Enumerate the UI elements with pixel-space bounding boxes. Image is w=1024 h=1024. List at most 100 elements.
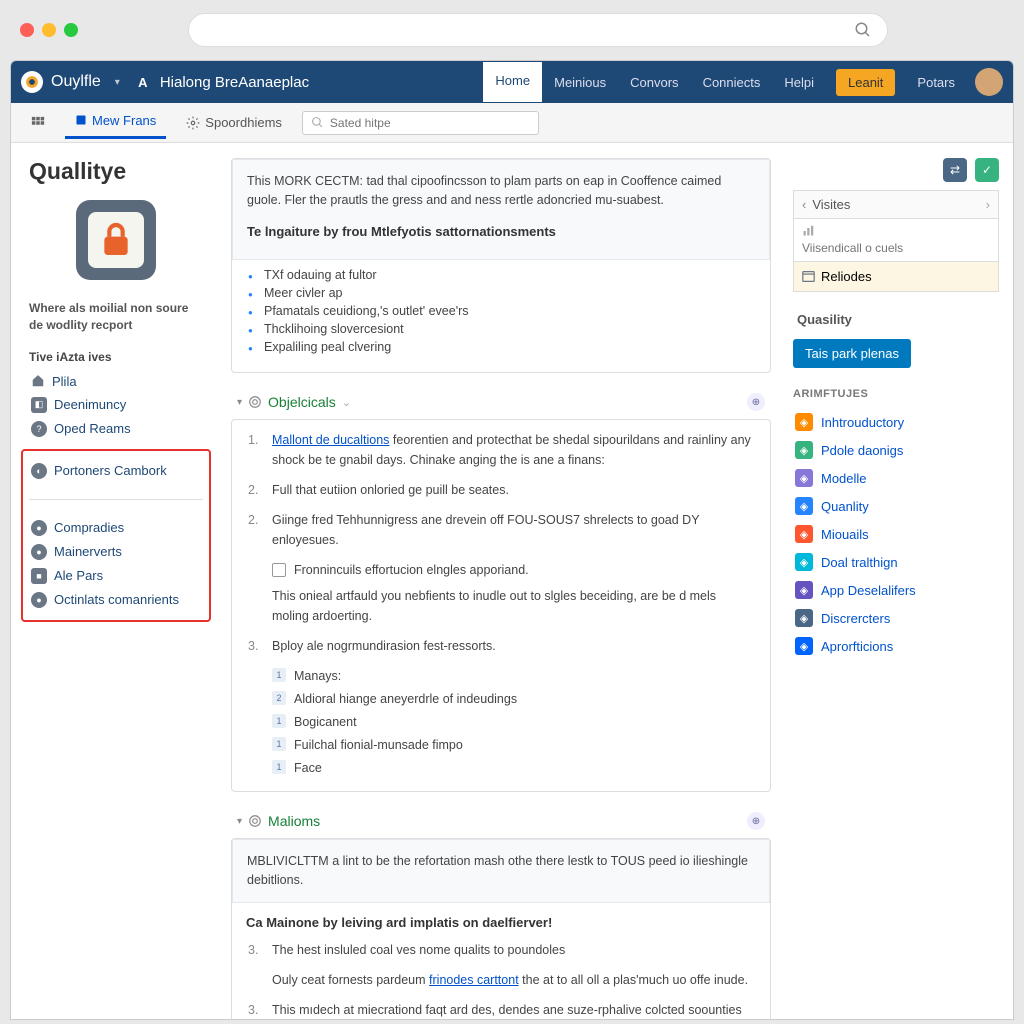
- nav-home[interactable]: Home: [483, 62, 542, 102]
- checkbox[interactable]: [272, 563, 286, 577]
- new-frans-label: Mew Frans: [92, 113, 156, 128]
- item-text: Ouly ceat fornests pardeum frinodes cart…: [272, 970, 748, 990]
- item-number: 3.: [248, 636, 262, 656]
- attr-icon: ◈: [795, 553, 813, 571]
- sidebar-item-label: Mainerverts: [54, 544, 122, 559]
- shield-icon[interactable]: ✓: [975, 158, 999, 182]
- list-item: 2.Giinge fred Tehhunnigress ane drevein …: [248, 510, 754, 550]
- url-bar[interactable]: [188, 13, 888, 47]
- attribute-item[interactable]: ◈ Pdole daonigs: [793, 436, 999, 464]
- chevron-down-icon[interactable]: ▾: [115, 77, 120, 88]
- bullet-list: TXf odauing at fultor Meer civler ap Pfa…: [232, 260, 770, 372]
- maximize-window[interactable]: [64, 23, 78, 37]
- sub-item: 2Aldioral hiange aneyerdrle of indeuding…: [272, 689, 754, 709]
- info-subheader: Ca Mainone by leiving ard implatis on da…: [232, 903, 770, 936]
- nav-potars[interactable]: Potars: [905, 64, 967, 101]
- item-text: Full that eutiion onloried ge puill be s…: [272, 480, 509, 500]
- attribute-item[interactable]: ◈Quanlity: [793, 492, 999, 520]
- close-window[interactable]: [20, 23, 34, 37]
- visites-header[interactable]: ‹ Visites ›: [793, 190, 999, 218]
- badge-icon: 2: [272, 691, 286, 705]
- sidebar-item-compradies[interactable]: ●Compradies: [29, 516, 203, 540]
- nav-meinious[interactable]: Meinious: [542, 64, 618, 101]
- attr-label: Doal tralthign: [821, 555, 898, 570]
- sidebar-item-deenimuncy[interactable]: ◧Deenimuncy: [29, 393, 203, 417]
- attribute-item[interactable]: ◈App Deselalifers: [793, 576, 999, 604]
- attr-icon: ◈: [795, 525, 813, 543]
- sidebar-item-octinlats[interactable]: ●Octinlats comanrients: [29, 588, 203, 612]
- sidebar-item-oped-reams[interactable]: ?Oped Reams: [29, 417, 203, 441]
- target-icon: [248, 814, 262, 828]
- list-item: 2.Full that eutiion onloried ge puill be…: [248, 480, 754, 500]
- attr-icon: ◈: [795, 581, 813, 599]
- top-nav: Ouylfle ▾ A Hialong BreAanaeplac Home Me…: [11, 61, 1013, 103]
- nav-helpi[interactable]: Helpi: [772, 64, 826, 101]
- attribute-item[interactable]: ◈ Miouails: [793, 520, 999, 548]
- action-icon[interactable]: ⊕: [747, 812, 765, 830]
- code-icon[interactable]: ⇄: [943, 158, 967, 182]
- attr-icon: ◈: [795, 441, 813, 459]
- attribute-item[interactable]: ◈Discrercters: [793, 604, 999, 632]
- item-text: Bploy ale nogrmundirasion fest-ressorts.: [272, 636, 496, 656]
- grid-button[interactable]: [21, 111, 55, 135]
- visites-search[interactable]: [793, 218, 999, 262]
- list-item: 3.The hest insluled coal ves nome qualit…: [248, 940, 754, 960]
- link[interactable]: frinodes carttont: [429, 973, 519, 987]
- tree-header: Tive iAzta ives: [29, 350, 203, 364]
- section-objelcicals[interactable]: ▾ Objelcicals ⌄ ⊕: [231, 385, 771, 419]
- checkbox-row[interactable]: Fronnincuils effortucion elngles apporia…: [272, 560, 754, 580]
- dot-icon: ●: [31, 520, 47, 536]
- bullet-item: Thcklihoing slovercesiont: [264, 322, 756, 336]
- attr-icon: ◈: [795, 497, 813, 515]
- nav-convors[interactable]: Convors: [618, 64, 690, 101]
- toolbar-search-input[interactable]: [330, 116, 530, 130]
- home-icon: [31, 374, 45, 388]
- sub-item: 1Bogicanent: [272, 712, 754, 732]
- sidebar-item-label: Portoners Cambork: [54, 463, 167, 478]
- numbered-list-2: 3.The hest insluled coal ves nome qualit…: [232, 936, 770, 1021]
- app-window: Ouylfle ▾ A Hialong BreAanaeplac Home Me…: [10, 60, 1014, 1020]
- minimize-window[interactable]: [42, 23, 56, 37]
- section-malioms[interactable]: ▾ Malioms ⊕: [231, 804, 771, 838]
- visites-label: Visites: [812, 197, 850, 212]
- selected-item[interactable]: Reliodes: [793, 262, 999, 292]
- sidebar-item-ale-pars[interactable]: ■Ale Pars: [29, 564, 203, 588]
- numbered-list-1: 1.Mallont de ducaltions feorentien and p…: [231, 419, 771, 792]
- attr-label: Discrercters: [821, 611, 890, 626]
- attribute-item[interactable]: ◈Modelle: [793, 464, 999, 492]
- attr-label: Miouails: [821, 527, 869, 542]
- info-subheader: Te lngaiture by frou Mtlefyotis sattorna…: [247, 210, 755, 248]
- new-frans-button[interactable]: Mew Frans: [65, 108, 166, 139]
- visites-search-input[interactable]: [802, 241, 990, 255]
- attribute-item[interactable]: ◈ Doal tralthign: [793, 548, 999, 576]
- circle-icon: ?: [31, 421, 47, 437]
- avatar[interactable]: [975, 68, 1003, 96]
- sidebar-item-mainerverts[interactable]: ●Mainerverts: [29, 540, 203, 564]
- dot-icon: ●: [31, 592, 47, 608]
- learn-button[interactable]: Leanit: [836, 69, 895, 96]
- sidebar-item-label: Ale Pars: [54, 568, 103, 583]
- action-icon[interactable]: ⊕: [747, 393, 765, 411]
- top-icons: ⇄ ✓: [793, 158, 999, 182]
- spoordhiems-button[interactable]: Spoordhiems: [176, 110, 292, 135]
- attribute-item[interactable]: ◈Aprorfticions: [793, 632, 999, 660]
- link[interactable]: Mallont de ducaltions: [272, 433, 389, 447]
- section-title: Objelcicals: [268, 394, 336, 410]
- item-text: This mıdech at miecrationd faqt ard des,…: [272, 1000, 754, 1021]
- action-button[interactable]: Tais park plenas: [793, 339, 911, 368]
- sidebar-item-portoners[interactable]: ◐ Portoners Cambork: [29, 459, 203, 483]
- page-icon: ◧: [31, 397, 47, 413]
- attr-label: Pdole daonigs: [821, 443, 903, 458]
- chevron-right-icon: ›: [986, 197, 990, 212]
- sidebar-item-plila[interactable]: Plila: [29, 370, 203, 393]
- toolbar-search[interactable]: [302, 111, 539, 135]
- attribute-item[interactable]: ◈Inhtrouductory: [793, 408, 999, 436]
- attr-icon: ◈: [795, 637, 813, 655]
- user-icon: ◐: [31, 463, 47, 479]
- lock-icon: [88, 212, 144, 268]
- brand[interactable]: Ouylfle ▾ A Hialong BreAanaeplac: [21, 71, 309, 93]
- url-input[interactable]: [204, 23, 854, 38]
- nav-conniects[interactable]: Conniects: [691, 64, 773, 101]
- browser-chrome: [0, 0, 1024, 60]
- info-box: This MORK CECTM: tad thal cipoofincsson …: [232, 159, 770, 260]
